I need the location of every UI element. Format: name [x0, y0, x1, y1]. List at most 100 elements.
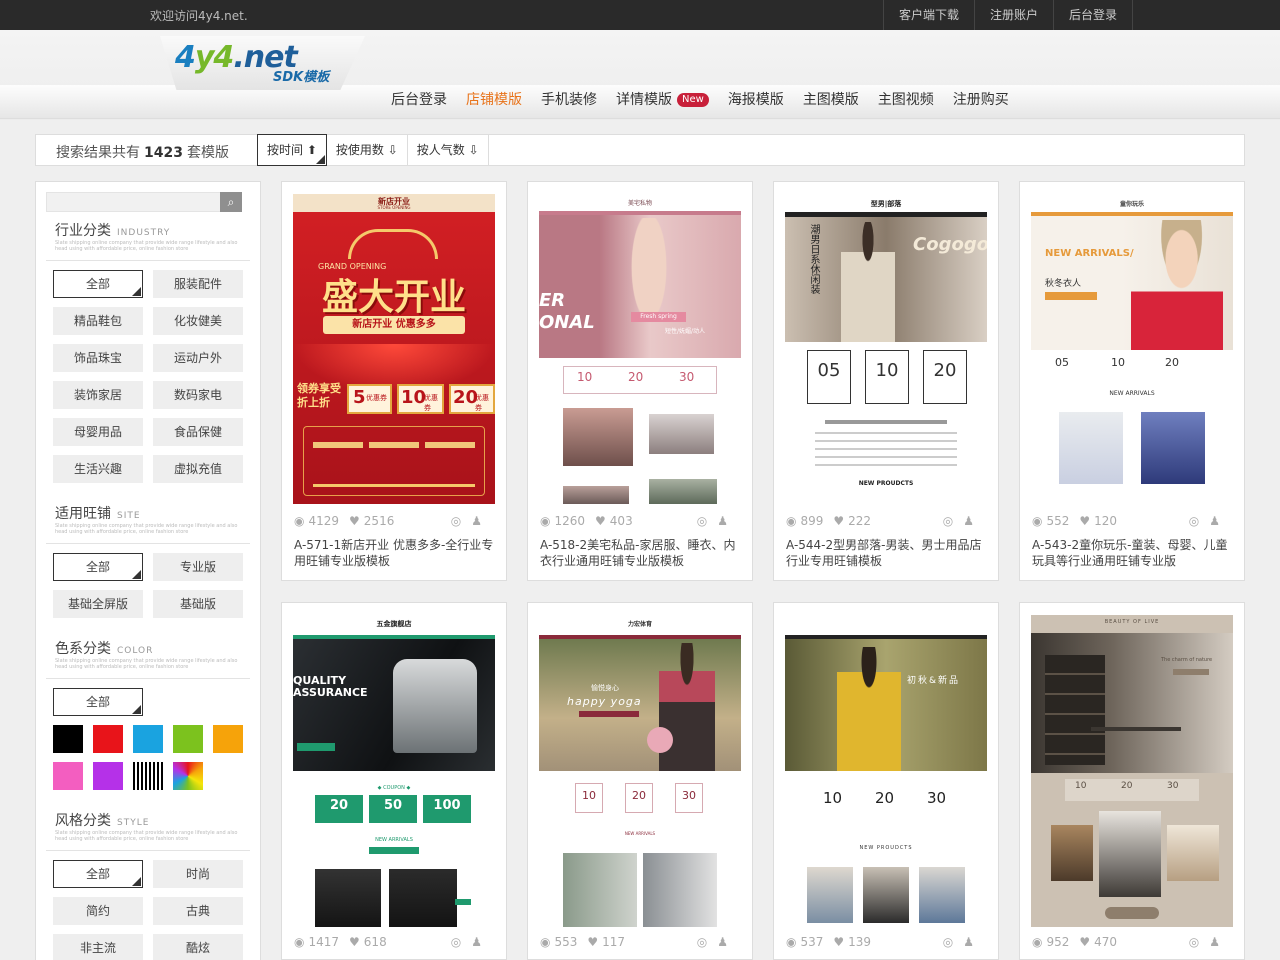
- site-basic-full[interactable]: 基础全屏版: [53, 590, 143, 618]
- industry-all[interactable]: 全部: [53, 270, 143, 298]
- site-basic[interactable]: 基础版: [153, 590, 243, 618]
- site-logo[interactable]: 4y4.net SDK模板: [175, 40, 345, 88]
- template-title[interactable]: A-518-2美宅私品-家居服、睡衣、内衣行业通用旺铺专业版模板: [540, 537, 740, 569]
- industry-baby[interactable]: 母婴用品: [53, 418, 143, 446]
- sort-by-usage[interactable]: 按使用数 ⇩: [327, 135, 408, 165]
- weibo-icon[interactable]: ◎: [943, 935, 963, 949]
- color-swatch-black[interactable]: [53, 725, 83, 753]
- template-thumbnail[interactable]: 美宅私物 ER ONAL Fresh spring 短性/妩媚/动人 10 20…: [539, 194, 741, 504]
- industry-jewelry[interactable]: 饰品珠宝: [53, 344, 143, 372]
- admin-login-link[interactable]: 后台登录: [1053, 0, 1134, 30]
- client-download-link[interactable]: 客户端下载: [883, 0, 974, 30]
- heart-icon[interactable]: ♥: [1079, 935, 1090, 949]
- weibo-icon[interactable]: ◎: [451, 935, 471, 949]
- heart-icon[interactable]: ♥: [349, 935, 360, 949]
- template-thumbnail[interactable]: 力宏体育 愉悦身心 happy yoga 10 20 30 NEW ARRIVA…: [539, 615, 741, 927]
- color-all[interactable]: 全部: [53, 688, 143, 716]
- sidebar-search-input[interactable]: ⌕: [46, 192, 242, 212]
- template-title[interactable]: A-543-2童你玩乐-童装、母婴、儿童玩具等行业通用旺铺专业版: [1032, 537, 1232, 569]
- color-swatch-purple[interactable]: [93, 762, 123, 790]
- search-icon[interactable]: ⌕: [220, 192, 242, 212]
- nav-main-image-video[interactable]: 主图视频: [878, 89, 934, 109]
- heart-icon[interactable]: ♥: [833, 935, 844, 949]
- template-card[interactable]: 童你玩乐 NEW ARRIVALS/ 秋冬衣人 05 10 20 NEW ARR…: [1019, 181, 1245, 581]
- industry-apparel[interactable]: 服装配件: [153, 270, 243, 298]
- style-fashion[interactable]: 时尚: [153, 860, 243, 888]
- template-thumbnail[interactable]: 新店开业 STORE OPENING GRAND OPENING 盛大开业 新店…: [293, 194, 495, 504]
- style-cool[interactable]: 酷炫: [153, 934, 243, 960]
- eye-icon: ◉: [540, 935, 551, 949]
- industry-cosmetics[interactable]: 化妆健美: [153, 307, 243, 335]
- top-links: 客户端下载 注册账户 后台登录: [883, 0, 1134, 30]
- industry-sports[interactable]: 运动户外: [153, 344, 243, 372]
- template-title[interactable]: A-544-2型男部落-男装、男士用品店行业专用旺铺模板: [786, 537, 986, 569]
- qq-icon[interactable]: ♟: [717, 935, 738, 949]
- template-thumbnail[interactable]: 型男|部落 潮男日系休闲装 Cogogo 05 10 20 NEW PROUDC…: [785, 194, 987, 504]
- weibo-icon[interactable]: ◎: [697, 935, 717, 949]
- color-swatch-red[interactable]: [93, 725, 123, 753]
- style-alternative[interactable]: 非主流: [53, 934, 143, 960]
- template-card[interactable]: BEAUTY OF LIVE The charm of nature 10 20…: [1019, 602, 1245, 960]
- card-stats: ◉ 899 ♥ 222: [786, 514, 871, 528]
- qq-icon[interactable]: ♟: [963, 935, 984, 949]
- industry-food[interactable]: 食品保健: [153, 418, 243, 446]
- qq-icon[interactable]: ♟: [471, 935, 492, 949]
- template-card[interactable]: 新店开业 STORE OPENING GRAND OPENING 盛大开业 新店…: [281, 181, 507, 581]
- template-thumbnail[interactable]: 童你玩乐 NEW ARRIVALS/ 秋冬衣人 05 10 20 NEW ARR…: [1031, 194, 1233, 504]
- card-stats: ◉ 1417 ♥ 618: [294, 935, 387, 949]
- qq-icon[interactable]: ♟: [471, 514, 492, 528]
- qq-icon[interactable]: ♟: [1209, 935, 1230, 949]
- weibo-icon[interactable]: ◎: [943, 514, 963, 528]
- template-thumbnail[interactable]: 五金旗舰店 QUALITY ASSURANCE ◆ COUPON ◆ 20 50…: [293, 615, 495, 927]
- heart-icon[interactable]: ♥: [587, 935, 598, 949]
- nav-poster-templates[interactable]: 海报模版: [728, 89, 784, 109]
- color-swatch-multi[interactable]: [173, 762, 203, 790]
- template-card[interactable]: 初秋&新品 10 20 30 NEW PROUDCTS ◉ 537 ♥ 139 ◎♟: [773, 602, 999, 960]
- template-thumbnail[interactable]: 初秋&新品 10 20 30 NEW PROUDCTS: [785, 615, 987, 927]
- site-pro[interactable]: 专业版: [153, 553, 243, 581]
- industry-hobby[interactable]: 生活兴趣: [53, 455, 143, 483]
- color-swatch-green[interactable]: [173, 725, 203, 753]
- industry-home[interactable]: 装饰家居: [53, 381, 143, 409]
- industry-virtual[interactable]: 虚拟充值: [153, 455, 243, 483]
- template-card[interactable]: 型男|部落 潮男日系休闲装 Cogogo 05 10 20 NEW PROUDC…: [773, 181, 999, 581]
- nav-detail-templates[interactable]: 详情模版 New: [616, 89, 709, 109]
- sort-by-time[interactable]: 按时间 ⬆: [257, 134, 327, 166]
- heart-icon[interactable]: ♥: [1079, 514, 1090, 528]
- qq-icon[interactable]: ♟: [963, 514, 984, 528]
- heart-icon[interactable]: ♥: [349, 514, 360, 528]
- heart-icon[interactable]: ♥: [833, 514, 844, 528]
- template-title[interactable]: A-571-1新店开业 优惠多多-全行业专用旺铺专业版模板: [294, 537, 494, 569]
- template-card[interactable]: 力宏体育 愉悦身心 happy yoga 10 20 30 NEW ARRIVA…: [527, 602, 753, 960]
- weibo-icon[interactable]: ◎: [1189, 514, 1209, 528]
- template-card[interactable]: 五金旗舰店 QUALITY ASSURANCE ◆ COUPON ◆ 20 50…: [281, 602, 507, 960]
- style-simple[interactable]: 简约: [53, 897, 143, 925]
- art-text: 20: [875, 789, 895, 807]
- sort-by-popularity[interactable]: 按人气数 ⇩: [408, 135, 489, 165]
- art-text: NEW ARRIVALS: [375, 837, 413, 843]
- qq-icon[interactable]: ♟: [717, 514, 738, 528]
- nav-register-buy[interactable]: 注册购买: [953, 89, 1009, 109]
- color-swatch-orange[interactable]: [213, 725, 243, 753]
- color-swatch-blue[interactable]: [133, 725, 163, 753]
- color-swatch-pink[interactable]: [53, 762, 83, 790]
- style-all[interactable]: 全部: [53, 860, 143, 888]
- site-all[interactable]: 全部: [53, 553, 143, 581]
- template-card[interactable]: 美宅私物 ER ONAL Fresh spring 短性/妩媚/动人 10 20…: [527, 181, 753, 581]
- color-swatch-bw[interactable]: [133, 762, 163, 790]
- heart-icon[interactable]: ♥: [595, 514, 606, 528]
- like-count: 470: [1094, 935, 1118, 949]
- nav-main-image-templates[interactable]: 主图模版: [803, 89, 859, 109]
- weibo-icon[interactable]: ◎: [451, 514, 471, 528]
- style-classic[interactable]: 古典: [153, 897, 243, 925]
- qq-icon[interactable]: ♟: [1209, 514, 1230, 528]
- template-thumbnail[interactable]: BEAUTY OF LIVE The charm of nature 10 20…: [1031, 615, 1233, 927]
- industry-shoes-bags[interactable]: 精品鞋包: [53, 307, 143, 335]
- weibo-icon[interactable]: ◎: [1189, 935, 1209, 949]
- nav-mobile-decor[interactable]: 手机装修: [541, 89, 597, 109]
- nav-admin-login[interactable]: 后台登录: [391, 89, 447, 109]
- industry-digital[interactable]: 数码家电: [153, 381, 243, 409]
- nav-store-templates[interactable]: 店铺模版: [466, 89, 522, 109]
- weibo-icon[interactable]: ◎: [697, 514, 717, 528]
- register-link[interactable]: 注册账户: [974, 0, 1053, 30]
